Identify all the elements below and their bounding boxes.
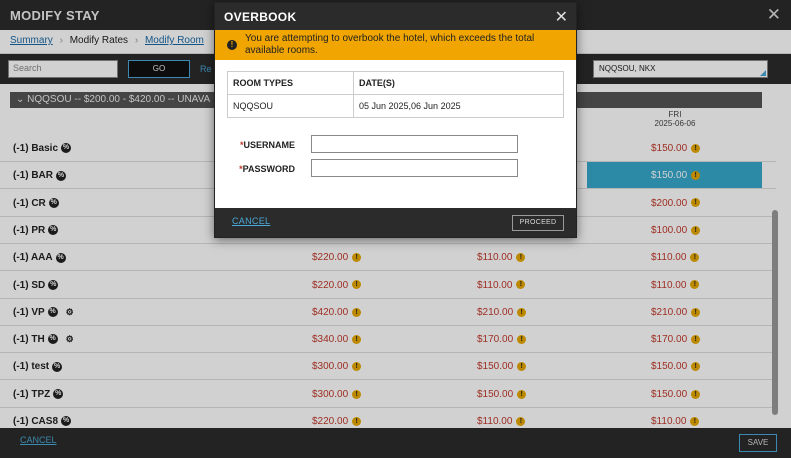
table-header-row: ROOM TYPES DATE(S)	[227, 71, 564, 95]
room-dates-table: ROOM TYPES DATE(S) NQQSOU 05 Jun 2025,06…	[227, 71, 564, 118]
warning-icon: !	[227, 40, 237, 50]
username-label: *USERNAME	[215, 140, 295, 150]
room-type-cell: NQQSOU	[227, 94, 354, 118]
warning-text: You are attempting to overbook the hotel…	[245, 33, 535, 56]
password-field[interactable]	[311, 159, 518, 177]
password-label: *PASSWORD	[215, 164, 295, 174]
password-label-text: PASSWORD	[242, 164, 295, 174]
column-dates: DATE(S)	[353, 71, 564, 95]
username-label-text: USERNAME	[243, 140, 295, 150]
dates-cell: 05 Jun 2025,06 Jun 2025	[353, 94, 564, 118]
table-row: NQQSOU 05 Jun 2025,06 Jun 2025	[227, 94, 564, 118]
dialog-header: OVERBOOK ✕	[215, 3, 576, 30]
dialog-footer: CANCEL PROCEED	[215, 208, 576, 237]
dialog-close-icon[interactable]: ✕	[555, 7, 568, 27]
column-room-types: ROOM TYPES	[227, 71, 354, 95]
username-field[interactable]	[311, 135, 518, 153]
dialog-title: OVERBOOK	[224, 10, 297, 24]
proceed-button[interactable]: PROCEED	[512, 215, 564, 231]
overbook-dialog: OVERBOOK ✕ ! You are attempting to overb…	[214, 2, 577, 238]
overbook-warning: ! You are attempting to overbook the hot…	[215, 30, 576, 60]
dialog-cancel-link[interactable]: CANCEL	[232, 216, 270, 226]
